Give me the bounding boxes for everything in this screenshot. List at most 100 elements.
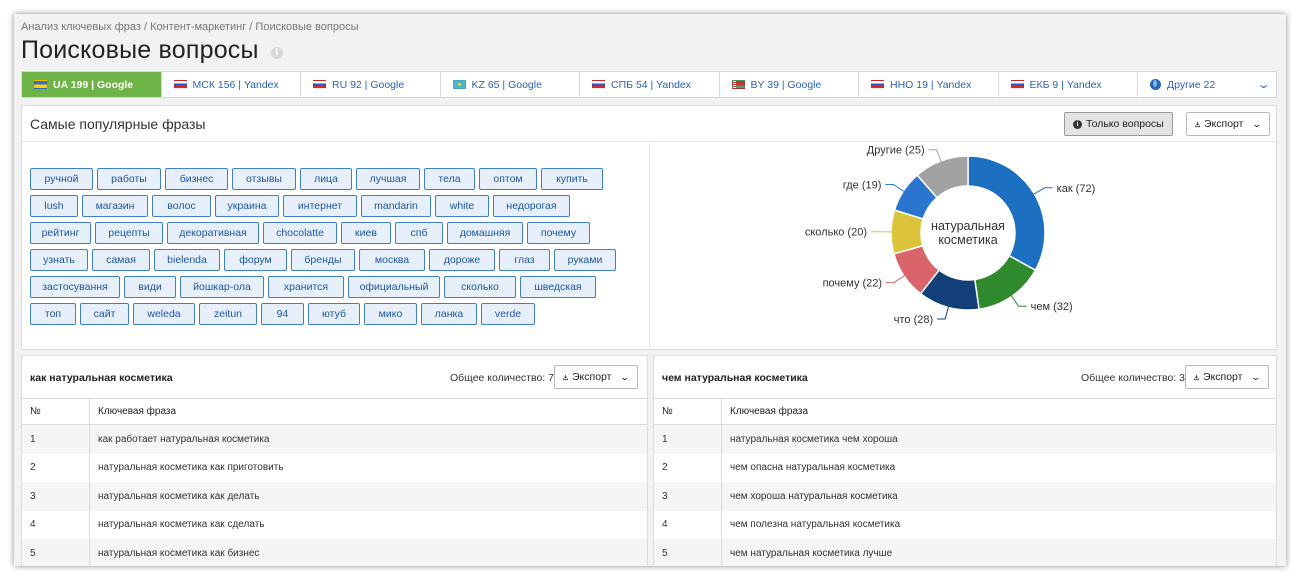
tag[interactable]: украина — [215, 195, 279, 217]
tab-kz-google[interactable]: KZ 65 | Google — [441, 72, 580, 97]
tag[interactable]: лучшая — [356, 168, 420, 190]
tag[interactable]: самая — [92, 249, 150, 271]
column-header-num[interactable]: № — [654, 399, 722, 424]
tag[interactable]: москва — [359, 249, 425, 271]
table-row[interactable]: 3 натуральная косметика как делать — [22, 482, 647, 511]
tag[interactable]: застосування — [30, 276, 120, 298]
row-number: 1 — [22, 425, 90, 454]
table-row[interactable]: 3 чем хороша натуральная косметика — [654, 482, 1276, 511]
tag[interactable]: глаз — [499, 249, 550, 271]
tag[interactable]: ютуб — [308, 303, 360, 325]
tab-ekb-yandex[interactable]: ЕКБ 9 | Yandex — [999, 72, 1138, 97]
tag[interactable]: рейтинг — [30, 222, 91, 244]
tag[interactable]: форум — [224, 249, 287, 271]
tab-ua-google[interactable]: UA 199 | Google — [22, 72, 162, 97]
tag[interactable]: недорогая — [493, 195, 570, 217]
table-row[interactable]: 1 как работает натуральная косметика — [22, 425, 647, 454]
tag[interactable]: волос — [152, 195, 211, 217]
tag[interactable]: бренды — [291, 249, 355, 271]
tag[interactable]: 94 — [261, 303, 304, 325]
tag[interactable]: оптом — [479, 168, 537, 190]
tag[interactable]: магазин — [82, 195, 148, 217]
tag[interactable]: lush — [30, 195, 78, 217]
tag[interactable]: сколько — [444, 276, 516, 298]
table-row[interactable]: 5 чем натуральная косметика лучше — [654, 539, 1276, 566]
column-header-phrase[interactable]: Ключевая фраза — [90, 406, 647, 417]
tag[interactable]: ручной — [30, 168, 93, 190]
tab-label: ЕКБ 9 | Yandex — [1029, 78, 1102, 91]
tag[interactable]: отзывы — [232, 168, 296, 190]
tag[interactable]: интернет — [283, 195, 357, 217]
tag-row: lush магазин волос украина интернет mand… — [30, 195, 574, 217]
export-button[interactable]: Экспорт ⌄ — [1185, 365, 1269, 389]
table-title: как натуральная косметика — [30, 372, 173, 384]
only-questions-button[interactable]: i Только вопросы — [1064, 112, 1173, 136]
tag[interactable]: chocolatte — [263, 222, 337, 244]
tag[interactable]: топ — [30, 303, 76, 325]
table-row[interactable]: 4 чем полезна натуральная косметика — [654, 510, 1276, 539]
tag[interactable]: bielenda — [154, 249, 220, 271]
tag[interactable]: мико — [364, 303, 417, 325]
donut-center-label: натуральная — [931, 219, 1005, 233]
slice-label-6: Другие (25) — [867, 145, 925, 157]
row-phrase: как работает натуральная косметика — [98, 433, 270, 445]
slice-label-0: как (72) — [1057, 183, 1096, 195]
info-icon: i — [1073, 119, 1082, 129]
tag[interactable]: лица — [300, 168, 352, 190]
tag[interactable]: verde — [481, 303, 535, 325]
tag[interactable]: купить — [541, 168, 603, 190]
row-number: 2 — [22, 453, 90, 482]
tag[interactable]: работы — [97, 168, 161, 190]
tag[interactable]: weleda — [133, 303, 195, 325]
info-icon[interactable]: i — [270, 46, 283, 59]
tag[interactable]: руками — [554, 249, 616, 271]
tag[interactable]: почему — [527, 222, 590, 244]
tag-cloud: ручной работы бизнес отзывы лица лучшая … — [22, 143, 650, 349]
flag-ua-icon — [34, 80, 47, 89]
tag[interactable]: mandarin — [361, 195, 431, 217]
tab-spb-yandex[interactable]: СПБ 54 | Yandex — [580, 72, 720, 97]
tag[interactable]: дороже — [429, 249, 495, 271]
column-header-phrase[interactable]: Ключевая фраза — [722, 406, 1276, 417]
tab-nno-yandex[interactable]: ННО 19 | Yandex — [859, 72, 999, 97]
table-title: чем натуральная косметика — [662, 372, 808, 384]
table-row[interactable]: 5 натуральная косметика как бизнес — [22, 539, 647, 566]
tag[interactable]: види — [124, 276, 176, 298]
tag[interactable]: white — [435, 195, 489, 217]
tag[interactable]: бизнес — [165, 168, 228, 190]
table-row[interactable]: 2 чем опасна натуральная косметика — [654, 453, 1276, 482]
tag[interactable]: домашняя — [447, 222, 523, 244]
tag[interactable]: сайт — [80, 303, 129, 325]
chevron-down-icon: ⌄ — [1250, 371, 1262, 382]
tab-by-google[interactable]: BY 39 | Google — [720, 72, 859, 97]
tag[interactable]: zeitun — [199, 303, 257, 325]
export-button[interactable]: Экспорт ⌄ — [1186, 112, 1270, 136]
tag[interactable]: официальный — [348, 276, 440, 298]
tab-label: UA 199 | Google — [53, 78, 134, 91]
breadcrumb[interactable]: Анализ ключевых фраз / Контент-маркетинг… — [21, 21, 359, 33]
tag[interactable]: хранится — [268, 276, 344, 298]
table-row[interactable]: 4 натуральная косметика как сделать — [22, 510, 647, 539]
tab-msk-yandex[interactable]: МСК 156 | Yandex — [162, 72, 301, 97]
row-number: 5 — [654, 539, 722, 566]
tag[interactable]: декоративная — [167, 222, 259, 244]
flag-ru-icon — [1010, 80, 1024, 89]
donut-slice-0[interactable] — [967, 155, 1046, 272]
export-button[interactable]: Экспорт ⌄ — [554, 365, 638, 389]
tag[interactable]: шведская — [520, 276, 596, 298]
tag[interactable]: рецепты — [95, 222, 163, 244]
tag[interactable]: йошкар-ола — [180, 276, 264, 298]
tag[interactable]: ланка — [421, 303, 477, 325]
tag[interactable]: тела — [424, 168, 475, 190]
column-header-num[interactable]: № — [22, 399, 90, 424]
tab-label: BY 39 | Google — [750, 78, 822, 91]
tag[interactable]: киев — [341, 222, 391, 244]
chevron-down-icon[interactable]: ⌄ — [1256, 78, 1270, 91]
tab-ru-google[interactable]: RU 92 | Google — [301, 72, 441, 97]
table-row[interactable]: 1 натуральная косметика чем хороша — [654, 425, 1276, 454]
table-row[interactable]: 2 натуральная косметика как приготовить — [22, 453, 647, 482]
tab-others[interactable]: Другие 22 ⌄ — [1138, 72, 1276, 97]
tag[interactable]: спб — [395, 222, 443, 244]
row-phrase: натуральная косметика как сделать — [98, 519, 265, 531]
tag[interactable]: узнать — [30, 249, 88, 271]
